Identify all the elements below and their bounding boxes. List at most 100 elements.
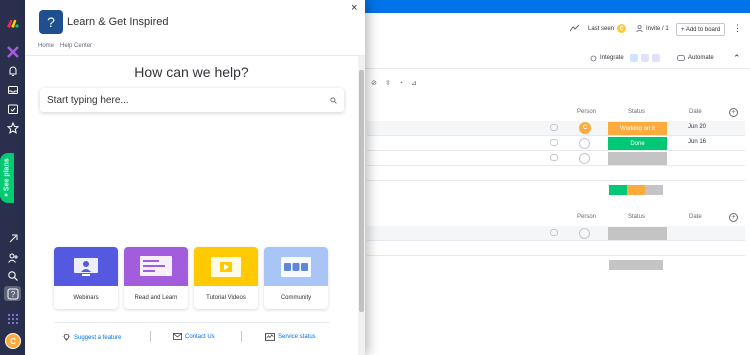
lightbulb-icon xyxy=(62,333,71,342)
inbox-icon[interactable] xyxy=(6,83,19,96)
svg-text:?: ? xyxy=(10,290,15,299)
chat-icon[interactable] xyxy=(550,139,558,146)
my-work-icon[interactable] xyxy=(6,102,19,115)
card-read-and-learn[interactable]: Read and Learn xyxy=(124,247,188,309)
suggest-feature-link[interactable]: Suggest a feature xyxy=(62,333,121,342)
empty-person-icon[interactable] xyxy=(579,138,590,149)
favorites-star-icon[interactable] xyxy=(6,121,19,134)
help-search-input[interactable] xyxy=(47,94,330,106)
person-avatar[interactable]: C xyxy=(579,122,591,134)
add-item-row[interactable] xyxy=(367,166,745,181)
empty-person-icon[interactable] xyxy=(579,153,590,164)
see-plans-button[interactable]: + See plans xyxy=(0,153,14,203)
search-icon[interactable] xyxy=(6,269,19,282)
status-cell[interactable]: Done xyxy=(608,137,667,150)
invite-members-icon[interactable] xyxy=(6,251,19,264)
automate-button[interactable]: Automate xyxy=(677,55,714,61)
invite-button[interactable]: Invite / 1 xyxy=(636,25,669,32)
app-root: Last seen C Invite / 1 + Add to board ⋮ … xyxy=(0,0,750,355)
service-status-label: Service status xyxy=(278,334,316,340)
status-cell[interactable] xyxy=(608,152,667,165)
column-header-date[interactable]: Date xyxy=(689,214,702,220)
breadcrumb: Home Help Center xyxy=(38,43,92,49)
apps-grid-icon[interactable] xyxy=(6,312,19,325)
integrate-button[interactable]: Integrate xyxy=(590,54,660,62)
help-panel-title: Learn & Get Inspired xyxy=(67,16,169,28)
scrollbar-thumb[interactable] xyxy=(359,70,364,312)
date-cell[interactable]: Jun 16 xyxy=(688,139,706,145)
table-row[interactable] xyxy=(367,151,745,166)
activity-icon[interactable] xyxy=(570,25,579,32)
hide-icon[interactable]: ⊘ xyxy=(371,79,377,87)
collapse-icon[interactable]: ⌃ xyxy=(733,53,741,64)
monday-logo-icon[interactable] xyxy=(6,17,19,30)
invite-label: Invite / 1 xyxy=(646,25,669,32)
footer-divider xyxy=(55,322,329,323)
column-header-date[interactable]: Date xyxy=(689,109,702,115)
more-menu-icon[interactable]: ⋮ xyxy=(733,23,742,34)
person-icon xyxy=(636,25,643,32)
chat-icon[interactable] xyxy=(550,154,558,161)
column-header-status[interactable]: Status xyxy=(628,214,645,220)
community-illustration xyxy=(264,247,328,286)
footer-separator xyxy=(241,331,242,342)
toolbar-divider xyxy=(365,68,750,69)
footer-separator xyxy=(150,331,151,342)
empty-person-icon[interactable] xyxy=(579,228,590,239)
chart-icon[interactable]: ⊿ xyxy=(411,79,417,87)
search-icon[interactable] xyxy=(330,96,337,104)
breadcrumb-home[interactable]: Home xyxy=(38,43,54,49)
date-cell[interactable]: Jun 20 xyxy=(688,124,706,130)
help-search-box[interactable] xyxy=(40,88,344,112)
add-column-icon[interactable]: + xyxy=(729,108,738,117)
integrations-icon[interactable] xyxy=(6,232,19,245)
chat-icon[interactable] xyxy=(550,124,558,131)
last-seen-avatar: C xyxy=(617,24,627,33)
integrate-label: Integrate xyxy=(600,55,624,61)
help-panel: ? Learn & Get Inspired × Home Help Cente… xyxy=(25,0,365,355)
integrate-icon xyxy=(590,55,597,61)
workspace-icon[interactable] xyxy=(6,45,19,58)
card-community[interactable]: Community xyxy=(264,247,328,309)
suggest-feature-label: Suggest a feature xyxy=(74,334,122,341)
add-to-board-button[interactable]: + Add to board xyxy=(676,23,726,36)
panel-divider xyxy=(25,55,365,56)
help-icon[interactable]: ? xyxy=(6,287,19,300)
table-row[interactable]: C Working on it Jun 20 xyxy=(367,121,745,136)
row-height-icon[interactable]: ⇳ xyxy=(385,79,391,87)
card-label: Tutorial Videos xyxy=(206,294,246,301)
color-icon[interactable]: ◔ xyxy=(399,80,403,87)
last-seen-label: Last seen xyxy=(588,25,615,32)
column-header-person[interactable]: Person xyxy=(577,214,596,220)
close-icon[interactable]: × xyxy=(351,2,357,14)
add-item-row[interactable] xyxy=(367,241,745,256)
envelope-icon xyxy=(173,333,182,340)
breadcrumb-help-center[interactable]: Help Center xyxy=(60,43,92,49)
table-row[interactable] xyxy=(367,226,745,241)
last-seen[interactable]: Last seen C xyxy=(588,24,627,33)
status-summary-bar xyxy=(609,260,663,270)
card-label: Community xyxy=(280,294,312,301)
card-webinars[interactable]: Webinars xyxy=(54,247,118,309)
integration-app-icon xyxy=(629,54,638,62)
service-status-link[interactable]: Service status xyxy=(265,333,316,341)
resource-cards: Webinars Read and Learn Tutorial Videos … xyxy=(54,247,328,309)
column-header-person[interactable]: Person xyxy=(577,109,596,115)
status-cell[interactable]: Working on it xyxy=(608,122,667,135)
status-summary-bar xyxy=(609,185,663,195)
table-row[interactable]: Done Jun 16 xyxy=(367,136,745,151)
video-illustration xyxy=(194,247,258,286)
help-badge-icon: ? xyxy=(39,10,63,34)
automate-label: Automate xyxy=(688,55,714,61)
status-cell[interactable] xyxy=(608,227,667,240)
chat-icon[interactable] xyxy=(550,229,558,236)
contact-us-link[interactable]: Contact Us xyxy=(173,333,215,340)
column-header-status[interactable]: Status xyxy=(628,109,645,115)
user-avatar[interactable]: C xyxy=(5,333,21,349)
card-tutorial-videos[interactable]: Tutorial Videos xyxy=(194,247,258,309)
add-column-icon[interactable]: + xyxy=(729,213,738,222)
view-tools: ⊘ ⇳ ◔ ⊿ xyxy=(371,79,417,88)
left-rail: + See plans ? C xyxy=(0,0,25,355)
robot-icon xyxy=(677,55,685,61)
bell-icon[interactable] xyxy=(6,64,19,77)
